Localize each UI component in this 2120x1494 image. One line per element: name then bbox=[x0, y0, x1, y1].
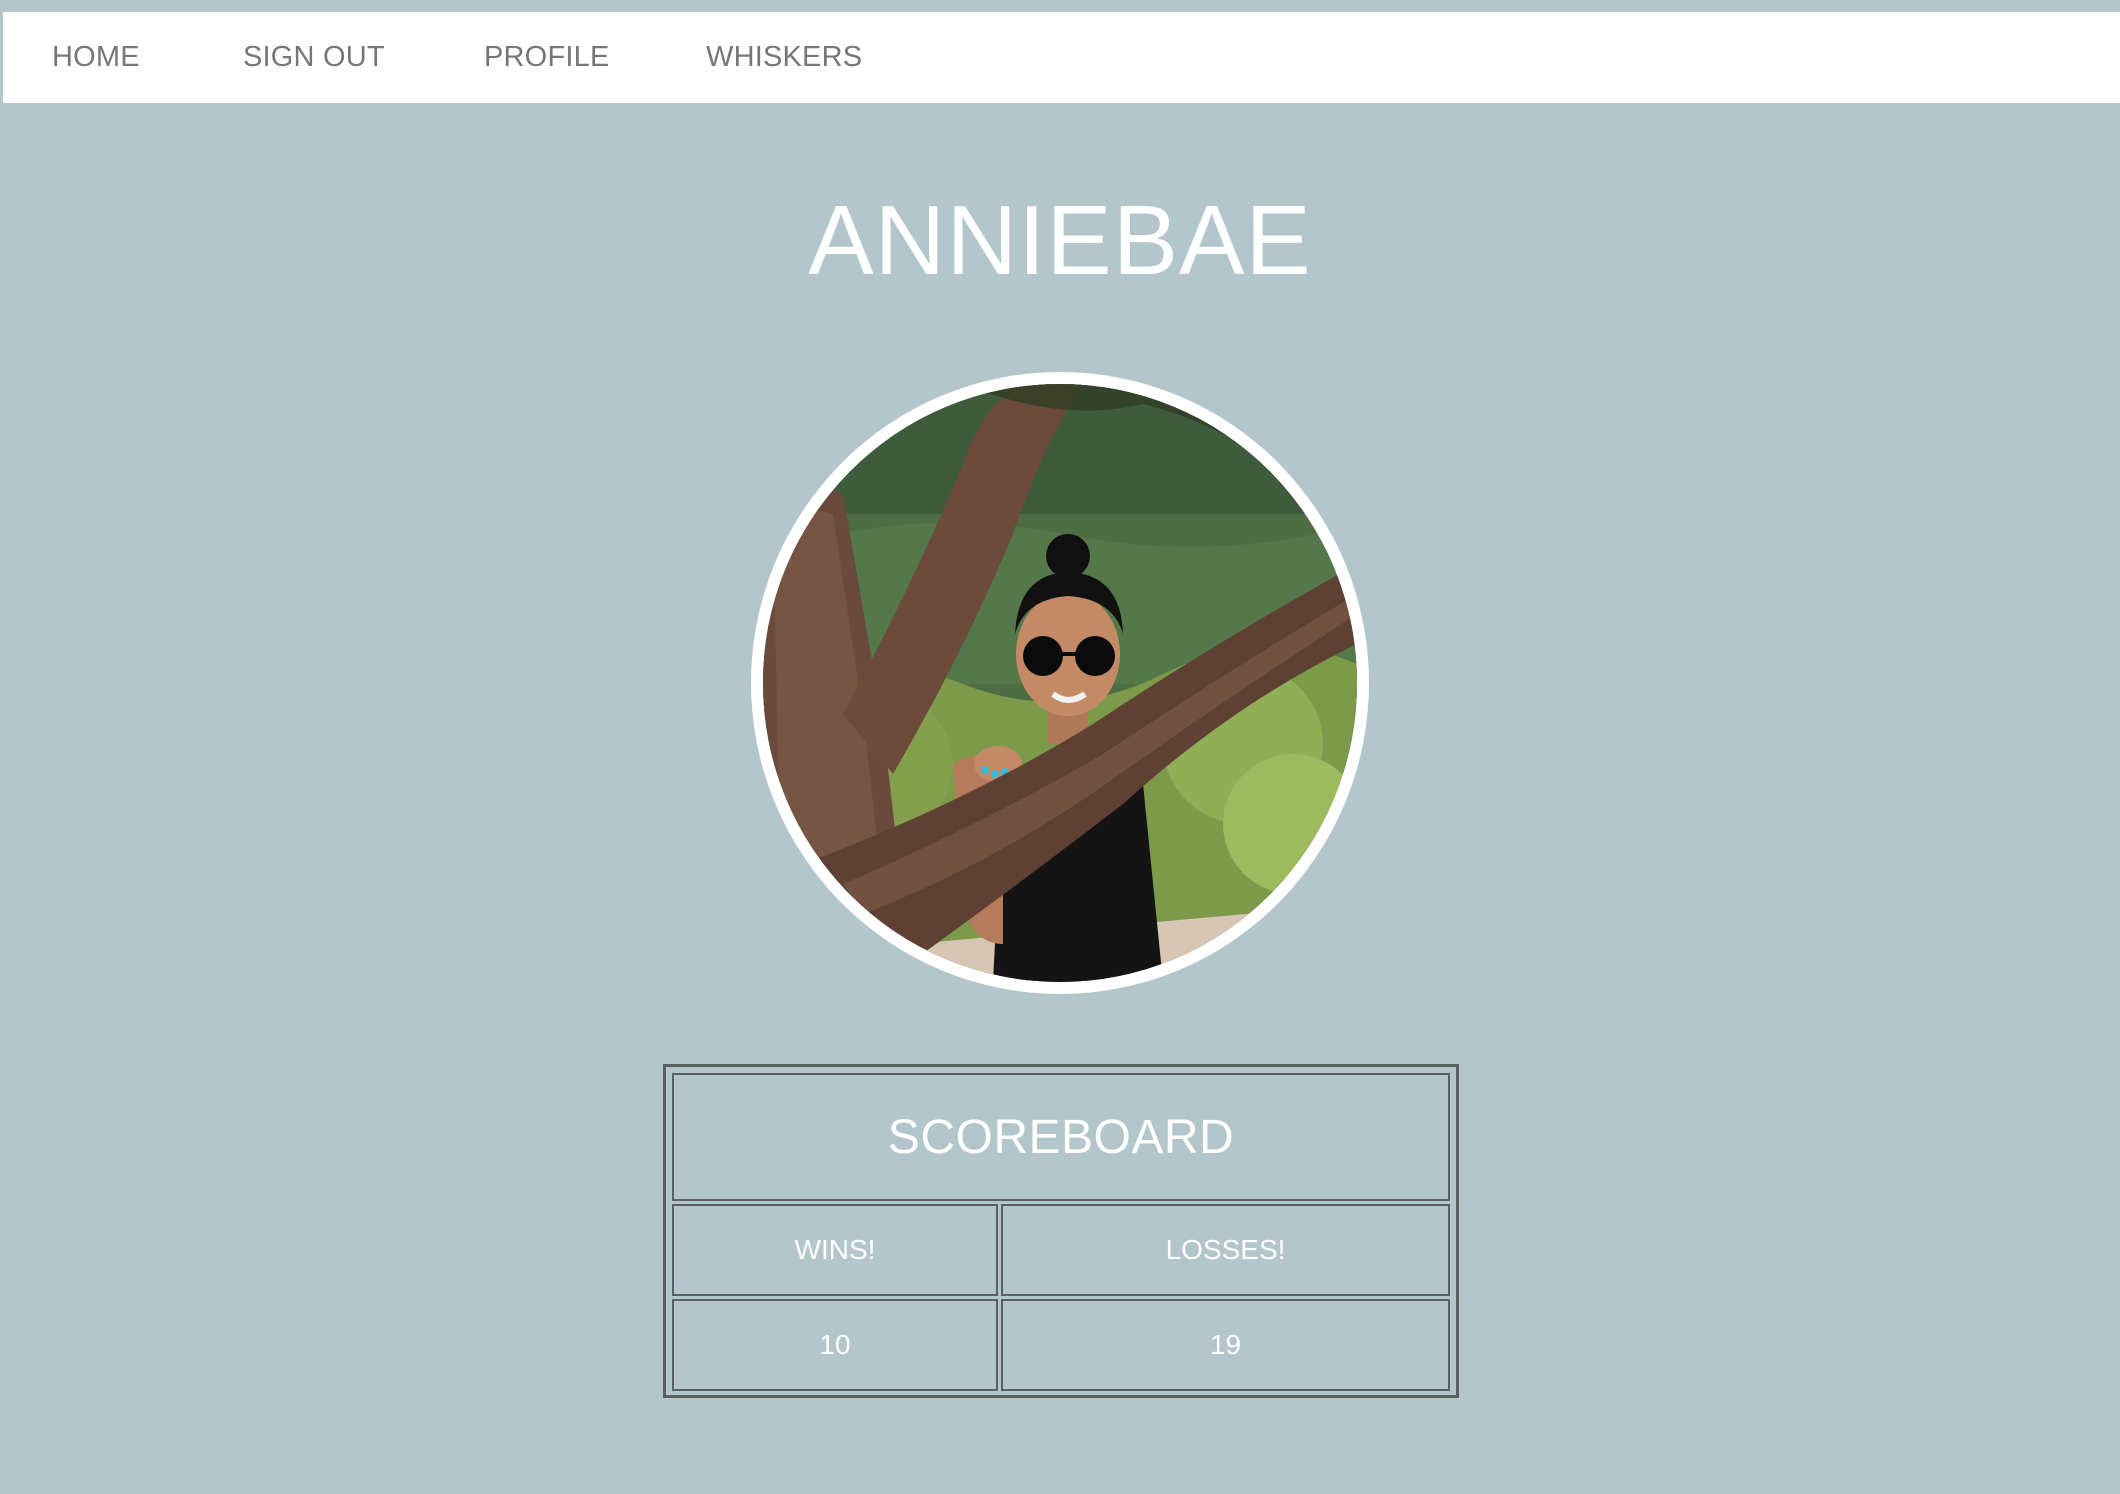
avatar bbox=[751, 372, 1369, 994]
wins-value: 10 bbox=[672, 1299, 998, 1391]
wins-header: WINS! bbox=[672, 1204, 998, 1296]
scoreboard-title: SCOREBOARD bbox=[672, 1073, 1450, 1201]
page-title: ANNIEBAE bbox=[808, 185, 1312, 295]
losses-header: LOSSES! bbox=[1001, 1204, 1450, 1296]
scoreboard: SCOREBOARD WINS! LOSSES! 10 19 bbox=[663, 1064, 1459, 1398]
nav-whiskers-link[interactable]: WHISKERS bbox=[706, 12, 862, 103]
navbar: HOME SIGN OUT PROFILE WHISKERS bbox=[3, 12, 2120, 103]
nav-profile-link[interactable]: PROFILE bbox=[484, 12, 610, 103]
nav-home-link[interactable]: HOME bbox=[52, 12, 140, 103]
scoreboard-table: SCOREBOARD WINS! LOSSES! 10 19 bbox=[669, 1070, 1453, 1394]
top-strip bbox=[0, 0, 2120, 12]
nav-sign-out-link[interactable]: SIGN OUT bbox=[243, 12, 385, 103]
profile-photo bbox=[763, 384, 1357, 982]
losses-value: 19 bbox=[1001, 1299, 1450, 1391]
profile-photo-illustration bbox=[763, 384, 1357, 982]
